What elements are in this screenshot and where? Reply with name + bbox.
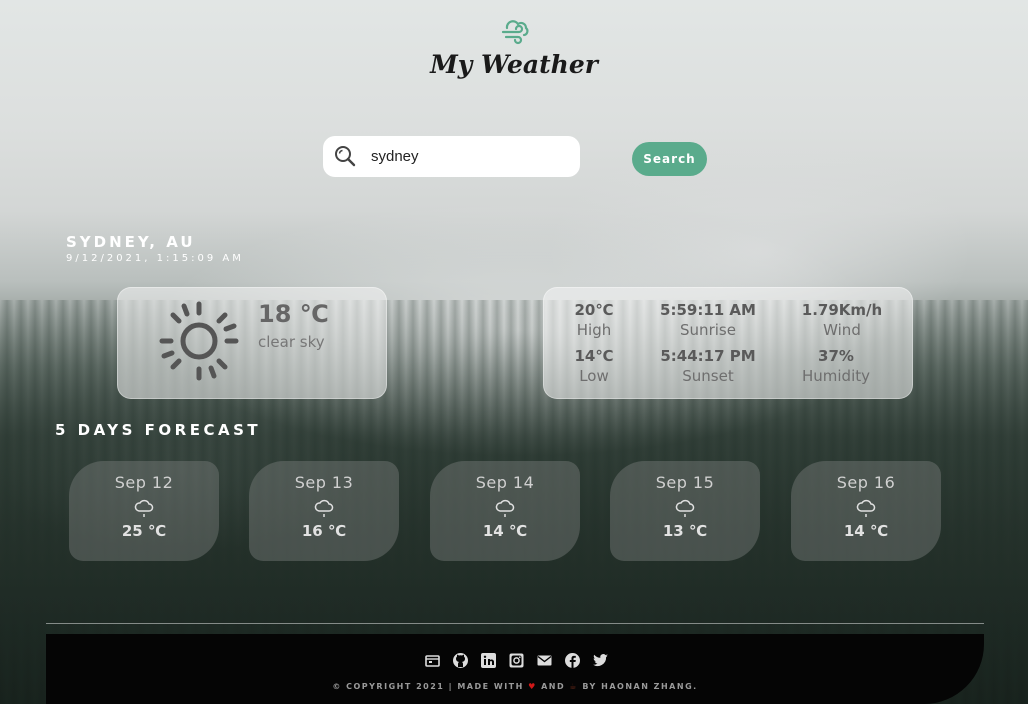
copyright-text: © COPYRIGHT 2021 | MADE WITH ♥ AND ☕ BY … bbox=[46, 682, 984, 691]
high-temp-value: 20℃ bbox=[574, 301, 614, 319]
social-links bbox=[424, 652, 609, 669]
forecast-temp: 25 ℃ bbox=[121, 522, 167, 540]
forecast-card: Sep 13 16 ℃ bbox=[249, 461, 399, 561]
forecast-date: Sep 16 bbox=[836, 473, 896, 492]
forecast-date: Sep 12 bbox=[114, 473, 174, 492]
facebook-icon[interactable] bbox=[564, 652, 581, 669]
cloud-icon bbox=[314, 499, 334, 517]
wind-label: Wind bbox=[823, 321, 861, 339]
forecast-card: Sep 12 25 ℃ bbox=[69, 461, 219, 561]
sunset-value: 5:44:17 PM bbox=[660, 347, 756, 365]
forecast-date: Sep 13 bbox=[294, 473, 354, 492]
coffee-icon: ☕ bbox=[569, 682, 579, 691]
city-name: SYDNEY, AU bbox=[66, 233, 196, 251]
search-input[interactable] bbox=[371, 144, 571, 168]
low-temp-value: 14℃ bbox=[574, 347, 614, 365]
footer-divider bbox=[46, 623, 984, 624]
forecast-date: Sep 14 bbox=[475, 473, 535, 492]
cloud-icon bbox=[134, 499, 154, 517]
cloud-icon bbox=[675, 499, 695, 517]
current-weather-card: 18 ℃ clear sky bbox=[117, 287, 387, 399]
humidity-label: Humidity bbox=[801, 367, 870, 385]
app-title: My Weather bbox=[430, 50, 598, 79]
footer: © COPYRIGHT 2021 | MADE WITH ♥ AND ☕ BY … bbox=[46, 634, 984, 704]
forecast-temp: 13 ℃ bbox=[662, 522, 708, 540]
forecast-temp: 14 ℃ bbox=[482, 522, 528, 540]
twitter-icon[interactable] bbox=[592, 652, 609, 669]
cloud-icon bbox=[495, 499, 515, 517]
copyright-prefix: © COPYRIGHT 2021 | MADE WITH bbox=[332, 682, 524, 691]
forecast-card: Sep 14 14 ℃ bbox=[430, 461, 580, 561]
current-temperature: 18 ℃ bbox=[258, 300, 329, 328]
sun-icon bbox=[159, 301, 239, 381]
humidity-value: 37% bbox=[818, 347, 854, 365]
copyright-author: BY HAONAN ZHANG. bbox=[582, 682, 698, 691]
low-temp-detail: 14℃ Low bbox=[529, 347, 659, 385]
forecast-title: 5 DAYS FORECAST bbox=[55, 421, 262, 439]
wind-value: 1.79Km/h bbox=[801, 301, 883, 319]
search-box[interactable] bbox=[323, 136, 580, 177]
high-temp-detail: 20℃ High bbox=[529, 301, 659, 339]
weather-description: clear sky bbox=[258, 333, 325, 351]
portfolio-icon[interactable] bbox=[424, 652, 441, 669]
forecast-card: Sep 16 14 ℃ bbox=[791, 461, 941, 561]
email-icon[interactable] bbox=[536, 652, 553, 669]
humidity-detail: 37% Humidity bbox=[771, 347, 901, 385]
local-datetime: 9/12/2021, 1:15:09 AM bbox=[66, 253, 244, 264]
high-temp-label: High bbox=[576, 321, 612, 339]
sunset-label: Sunset bbox=[682, 367, 734, 385]
copyright-and: AND bbox=[541, 682, 566, 691]
search-icon bbox=[335, 146, 356, 167]
cloud-wind-logo-icon bbox=[501, 20, 529, 45]
forecast-temp: 16 ℃ bbox=[301, 522, 347, 540]
cloud-icon bbox=[856, 499, 876, 517]
heart-icon: ♥ bbox=[528, 682, 537, 691]
forecast-card: Sep 15 13 ℃ bbox=[610, 461, 760, 561]
github-icon[interactable] bbox=[452, 652, 469, 669]
weather-details-card: 20℃ High 14℃ Low 5:59:11 AM Sunrise 5:44… bbox=[543, 287, 913, 399]
search-button[interactable]: Search bbox=[632, 142, 707, 176]
sunrise-value: 5:59:11 AM bbox=[660, 301, 756, 319]
forecast-date: Sep 15 bbox=[655, 473, 715, 492]
sunrise-label: Sunrise bbox=[680, 321, 736, 339]
sunset-detail: 5:44:17 PM Sunset bbox=[643, 347, 773, 385]
instagram-icon[interactable] bbox=[508, 652, 525, 669]
low-temp-label: Low bbox=[579, 367, 609, 385]
linkedin-icon[interactable] bbox=[480, 652, 497, 669]
wind-detail: 1.79Km/h Wind bbox=[777, 301, 907, 339]
sunrise-detail: 5:59:11 AM Sunrise bbox=[643, 301, 773, 339]
forecast-temp: 14 ℃ bbox=[843, 522, 889, 540]
